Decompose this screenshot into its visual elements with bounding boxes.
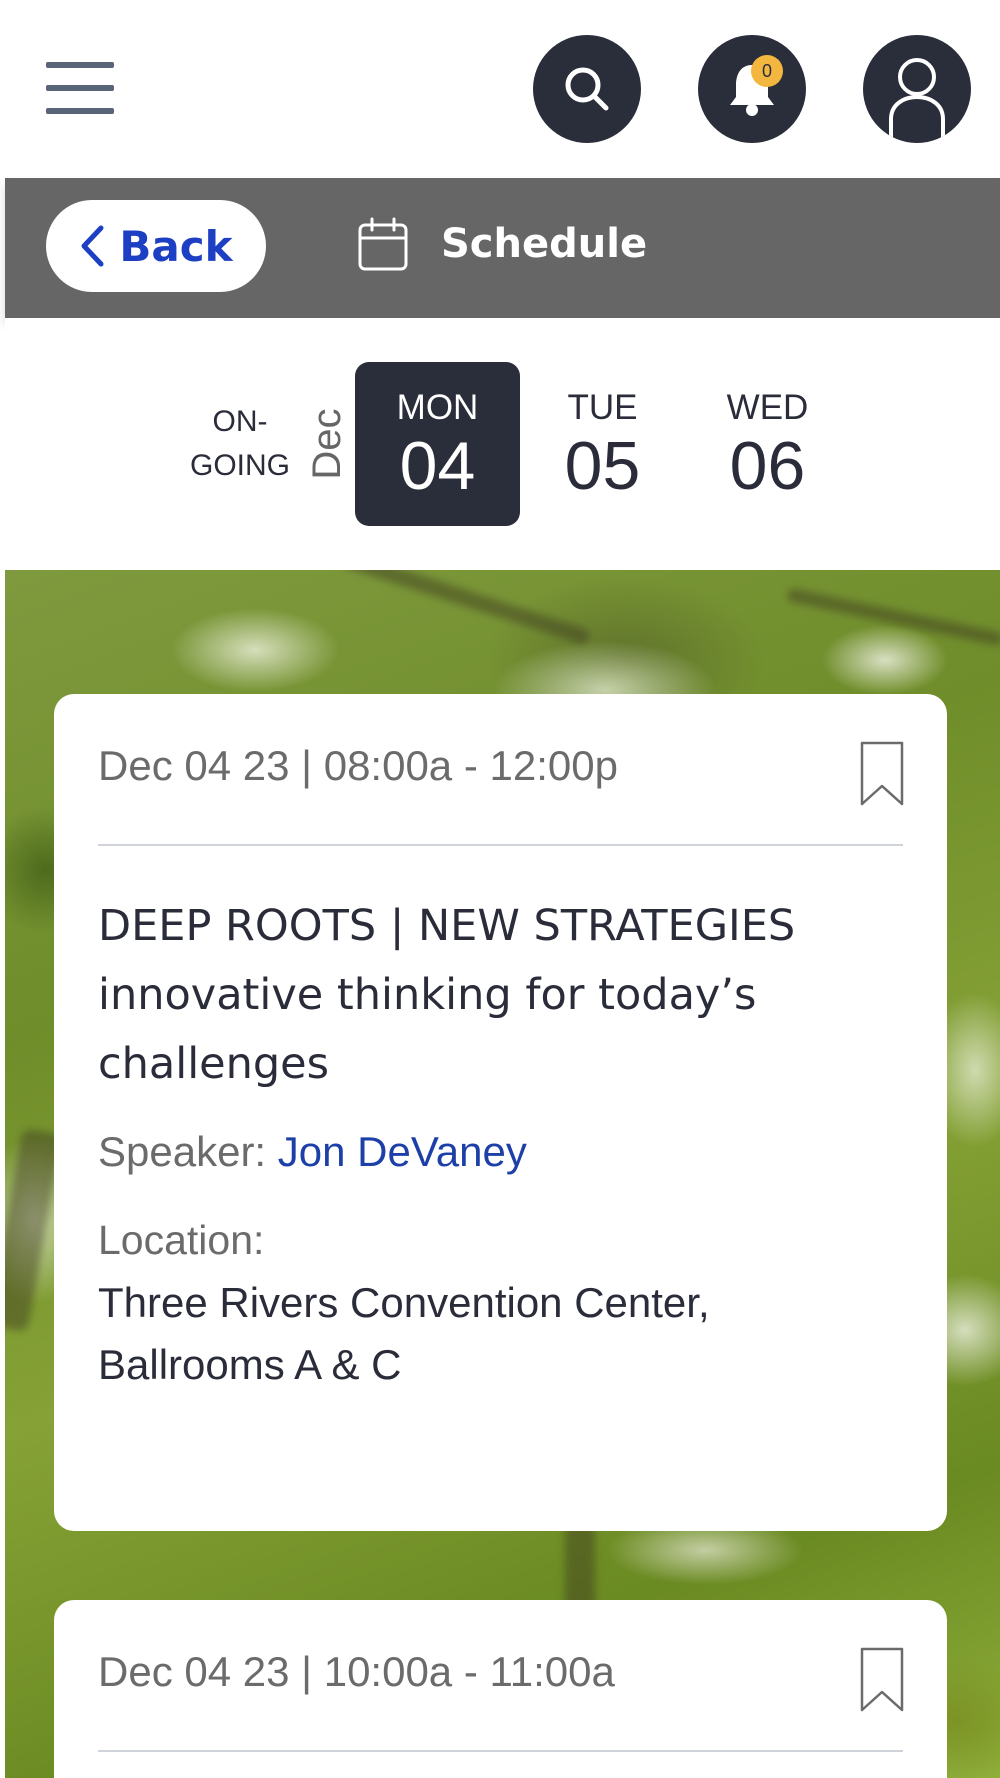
location-label: Location:	[98, 1217, 265, 1263]
back-button-label: Back	[119, 221, 233, 271]
background-branch	[338, 570, 592, 646]
day-name: MON	[396, 388, 479, 427]
day-name: WED	[726, 388, 809, 427]
card-divider	[98, 844, 903, 846]
hamburger-line	[46, 108, 114, 114]
hamburger-menu-icon[interactable]	[46, 62, 114, 114]
session-time: Dec 04 23 | 08:00a - 12:00p	[98, 742, 618, 789]
speaker-row: Speaker: Jon DeVaney	[98, 1128, 527, 1176]
chevron-left-icon	[81, 225, 104, 267]
ongoing-label-line2: GOING	[189, 449, 290, 482]
schedule-title-group: Schedule	[357, 216, 647, 272]
bookmark-icon[interactable]	[859, 1646, 905, 1714]
ongoing-label-line1: ON-	[212, 405, 268, 438]
session-title[interactable]: DEEP ROOTS | NEW STRATEGIES innovative t…	[98, 892, 898, 1099]
speaker-label: Speaker:	[98, 1128, 267, 1175]
day-tab-tue[interactable]: TUE 05	[520, 362, 685, 526]
location-value: Three Rivers Convention Center, Ballroom…	[98, 1279, 710, 1388]
session-card[interactable]: Dec 04 23 | 08:00a - 12:00p DEEP ROOTS |…	[54, 694, 947, 1531]
schedule-header-bar: Back Schedule	[5, 178, 1000, 318]
search-icon	[565, 67, 609, 111]
hamburger-line	[46, 62, 114, 68]
calendar-icon	[358, 217, 408, 271]
card-divider	[98, 1750, 903, 1752]
top-bar: 0	[0, 0, 1000, 178]
hamburger-line	[46, 85, 114, 91]
notifications-button[interactable]: 0	[698, 35, 806, 143]
back-button[interactable]: Back	[46, 200, 266, 292]
bookmark-icon[interactable]	[859, 740, 905, 808]
schedule-title: Schedule	[441, 221, 648, 267]
ongoing-tab[interactable]: ON- GOING	[175, 400, 305, 488]
day-number: 05	[564, 428, 641, 504]
day-number: 04	[399, 428, 476, 504]
user-icon	[889, 58, 945, 143]
day-tab-mon[interactable]: MON 04	[355, 362, 520, 526]
user-profile-button[interactable]	[863, 35, 971, 143]
date-selector: ON- GOING MON 04 Dec TUE 05 WED 06	[5, 318, 1000, 570]
day-number: 06	[729, 428, 806, 504]
notification-badge: 0	[751, 55, 783, 87]
search-button[interactable]	[533, 35, 641, 143]
session-time: Dec 04 23 | 10:00a - 11:00a	[98, 1648, 615, 1695]
speaker-link[interactable]: Jon DeVaney	[278, 1128, 527, 1175]
month-label: Dec	[305, 408, 349, 480]
day-name: TUE	[567, 388, 638, 427]
background-branch	[785, 587, 1000, 647]
day-tab-wed[interactable]: WED 06	[685, 362, 850, 526]
session-card[interactable]: Dec 04 23 | 10:00a - 11:00a	[54, 1600, 947, 1778]
